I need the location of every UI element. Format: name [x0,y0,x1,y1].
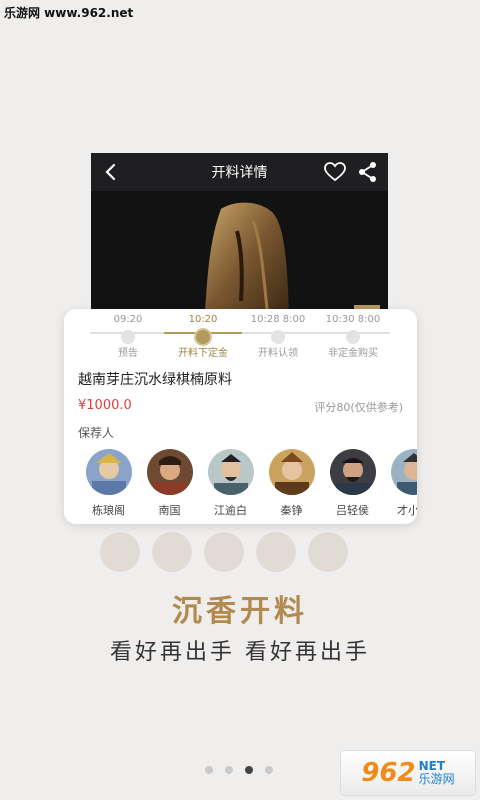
recommender-item[interactable]: 吕轻侯 [322,449,383,519]
recommender-item[interactable]: 秦铮 [261,449,322,519]
avatar-name: 才小川 [397,504,417,517]
site-logo: 962 NET 乐游网 [340,750,476,796]
product-price: ¥1000.0 [78,398,132,413]
share-icon[interactable] [358,161,378,183]
timeline-step[interactable]: 10:28 8:00 开料认领 [238,313,318,361]
phone-preview: 开料详情 [91,153,388,313]
timeline-step[interactable]: 09:20 预告 [88,313,168,361]
avatar-name: 栋琅阁 [92,504,125,517]
timeline-step[interactable]: 10:30 8:00 非定金购买 [313,313,393,361]
step-label: 开料下定金 [178,348,228,359]
page-title: 开料详情 [211,165,268,181]
step-dot [271,330,285,344]
reflection-shape [152,532,192,572]
reflection-shape [308,532,348,572]
recommenders-label: 保荐人 [78,426,115,440]
step-dot [121,330,135,344]
agarwood-image [205,202,289,313]
back-chevron-icon[interactable] [101,162,121,182]
avatar [85,449,132,495]
recommender-item[interactable]: 栋琅阁 [78,449,139,519]
avatar [207,449,254,495]
detail-card: 09:20 预告 10:20 开料下定金 10:28 8:00 开料认领 10:… [64,309,417,524]
avatar-name: 吕轻侯 [336,504,369,517]
headline: 沉香开料 [172,594,308,629]
recommender-list: 栋琅阁 南国 江逾白 秦铮 吕轻侯 才小 [78,449,417,519]
logo-net: NET [418,759,446,773]
reflection-shape [100,532,140,572]
reflection-shape [204,532,244,572]
timeline: 09:20 预告 10:20 开料下定金 10:28 8:00 开料认领 10:… [64,309,417,369]
avatar-name: 南国 [158,504,181,517]
step-label: 非定金购买 [328,348,378,359]
phone-header: 开料详情 [91,153,388,191]
product-score: 评分80(仅供参考) [314,401,403,414]
subheadline: 看好再出手 看好再出手 [110,640,370,665]
avatar [268,449,315,495]
avatar [390,449,417,495]
recommender-item[interactable]: 才小川 [383,449,417,519]
watermark-text: 乐游网 www.962.net [4,6,134,20]
logo-number: 962 [361,758,416,788]
recommender-item[interactable]: 江逾白 [200,449,261,519]
page-dot-active[interactable] [245,766,253,774]
step-label: 预告 [118,348,138,359]
step-time: 10:28 8:00 [250,314,306,325]
step-dot [194,328,212,346]
page-dot[interactable] [205,766,213,774]
reflection-shape [256,532,296,572]
page-dot[interactable] [265,766,273,774]
recommender-item[interactable]: 南国 [139,449,200,519]
avatar-name: 秦铮 [280,504,303,517]
step-time: 10:30 8:00 [325,314,381,325]
card-reflection [100,532,390,572]
step-dot [346,330,360,344]
avatar [329,449,376,495]
heart-icon[interactable] [324,162,346,182]
product-title: 越南芽庄沉水绿棋楠原料 [78,372,232,388]
logo-cn: 乐游网 [418,772,455,786]
avatar-name: 江逾白 [214,504,247,517]
timeline-step-active[interactable]: 10:20 开料下定金 [163,313,243,361]
page-indicator [205,766,285,774]
step-time: 10:20 [188,314,218,325]
step-time: 09:20 [113,314,143,325]
step-label: 开料认领 [258,348,298,359]
page-dot[interactable] [225,766,233,774]
avatar [146,449,193,495]
